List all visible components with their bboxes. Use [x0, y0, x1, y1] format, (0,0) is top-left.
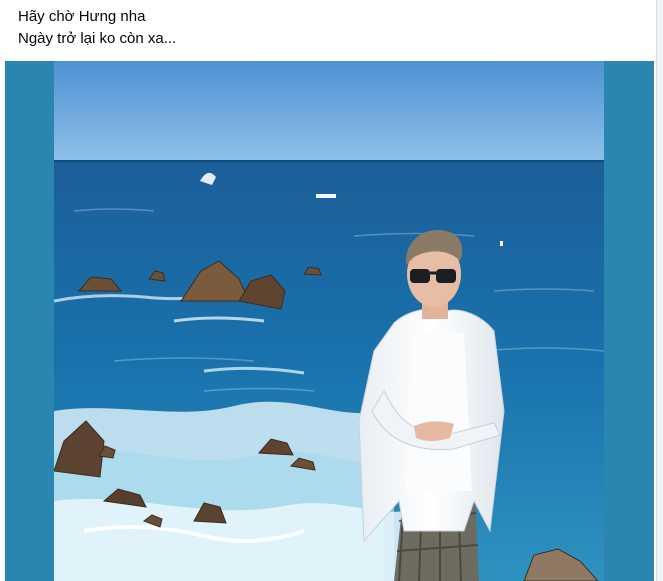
post-photo[interactable]	[54, 61, 604, 581]
post-text-line-2: Ngày trở lại ko còn xa...	[18, 30, 177, 47]
post-media[interactable]	[5, 61, 654, 581]
sky	[54, 61, 604, 162]
post-text: Hãy chờ Hưng nha Ngày trở lại ko còn xa.…	[18, 6, 176, 50]
post-card: Hãy chờ Hưng nha Ngày trở lại ko còn xa.…	[0, 0, 657, 581]
post-text-line-1: Hãy chờ Hưng nha	[18, 8, 146, 25]
